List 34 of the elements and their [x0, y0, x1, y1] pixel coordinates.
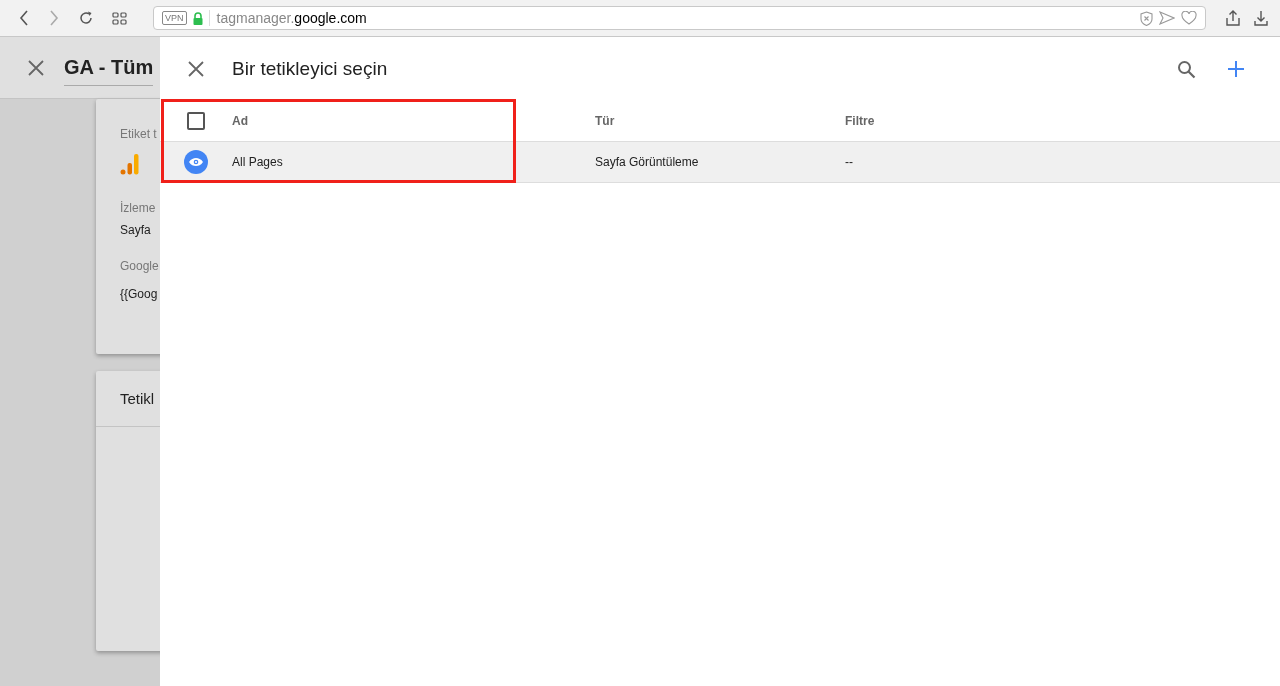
card-title: Tetikl	[120, 390, 155, 407]
table-cell: All Pages	[232, 155, 283, 169]
back-icon[interactable]	[18, 10, 30, 26]
select-all-checkbox[interactable]	[187, 112, 205, 130]
table-cell: Sayfa Görüntüleme	[595, 155, 699, 169]
bar-chart-icon	[120, 153, 140, 175]
panel-title: Bir tetikleyici seçin	[232, 58, 388, 80]
shield-icon[interactable]	[1140, 10, 1153, 26]
close-icon[interactable]	[28, 59, 44, 76]
field-value: {{Goog	[120, 287, 159, 301]
add-icon[interactable]	[1228, 61, 1244, 77]
table-row[interactable]: All Pages Sayfa Görüntüleme --	[160, 142, 1280, 183]
column-header[interactable]: Tür	[595, 114, 615, 128]
tag-title[interactable]: GA - Tüm	[64, 55, 154, 86]
url-text: tagmanager.google.com	[208, 10, 367, 26]
field-label: Google	[120, 259, 160, 273]
vpn-badge[interactable]: VPN	[162, 11, 187, 25]
column-header[interactable]: Filtre	[845, 114, 875, 128]
heart-icon[interactable]	[1181, 11, 1197, 25]
reload-icon[interactable]	[78, 10, 94, 26]
send-icon[interactable]	[1159, 11, 1175, 25]
column-header[interactable]: Ad	[232, 114, 248, 128]
field-label: Etiket t	[120, 127, 158, 141]
address-bar[interactable]: VPN tagmanager.google.com	[153, 6, 1206, 30]
field-label: İzleme	[120, 201, 157, 215]
search-icon[interactable]	[1177, 59, 1196, 79]
close-icon[interactable]	[188, 61, 204, 77]
grid-icon[interactable]	[112, 11, 127, 25]
table-cell: --	[845, 155, 853, 169]
lock-icon	[192, 11, 203, 25]
download-icon[interactable]	[1254, 10, 1268, 26]
share-icon[interactable]	[1226, 10, 1240, 26]
eye-icon	[184, 150, 208, 174]
field-value: Sayfa	[120, 223, 152, 237]
